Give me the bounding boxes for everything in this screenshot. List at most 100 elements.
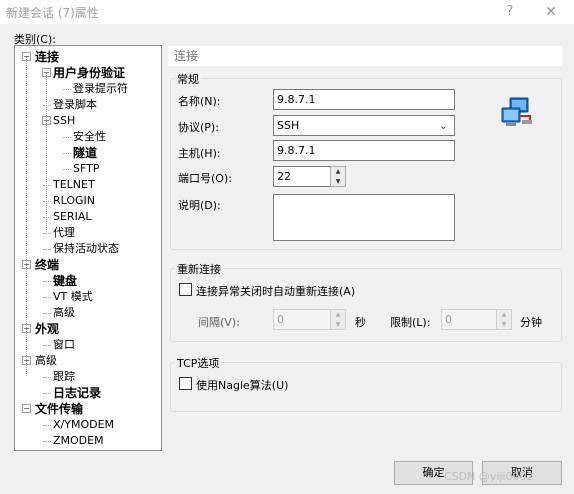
tree-item[interactable]: 跟踪	[53, 369, 75, 385]
tree-connector	[43, 201, 51, 202]
tree-connector	[43, 233, 51, 234]
tree-item-label: 安全性	[73, 130, 106, 143]
interval-field[interactable]: 0	[273, 309, 331, 330]
port-spinner[interactable]: ▲ ▼	[330, 166, 346, 187]
tree-item-label: 隧道	[73, 146, 98, 160]
tree-connector	[63, 137, 71, 138]
tree-connector	[43, 105, 51, 106]
tree-item[interactable]: 登录脚本	[53, 97, 97, 113]
tree-item-label: 保持活动状态	[53, 242, 119, 255]
tree-connector	[43, 281, 51, 282]
tree-connector	[43, 377, 51, 378]
spin-down-icon[interactable]: ▼	[497, 320, 511, 330]
spin-up-icon[interactable]: ▲	[331, 167, 345, 177]
tree-connector	[43, 185, 51, 186]
limit-spinner[interactable]: ▲ ▼	[496, 309, 512, 330]
tree-item[interactable]: 安全性	[73, 129, 106, 145]
tree-item[interactable]: SERIAL	[53, 209, 91, 225]
panel-header: 连接	[168, 46, 562, 66]
tree-connector	[43, 249, 51, 250]
host-label: 主机(H):	[178, 147, 221, 160]
close-button[interactable]: ✕	[540, 2, 562, 22]
spin-up-icon[interactable]: ▲	[497, 310, 511, 320]
tree-item[interactable]: 终端	[35, 257, 59, 273]
tree-item[interactable]: 用户身份验证	[53, 65, 125, 81]
description-label: 说明(D):	[178, 199, 221, 212]
tree-connector	[43, 313, 51, 314]
tree-item[interactable]: 文件传输	[35, 401, 83, 417]
tree-connector	[63, 89, 71, 90]
tree-item[interactable]: 日志记录	[53, 385, 101, 401]
tree-item[interactable]: X/YMODEM	[53, 417, 114, 433]
tree-connector	[63, 153, 71, 154]
tree-connector	[43, 297, 51, 298]
name-field[interactable]: 9.8.7.1	[273, 89, 455, 110]
category-tree[interactable]: − 连接 − 用户身份验证 登录提示符 登录脚本 − SSH 安全性 隧道 SFTP TELNET RL…	[14, 45, 162, 451]
tree-item[interactable]: SSH	[53, 113, 75, 129]
tree-item-label: 文件传输	[35, 402, 84, 416]
tree-item-label: 连接	[35, 50, 60, 64]
tree-item[interactable]: 高级	[53, 305, 75, 321]
tree-item-label: SERIAL	[53, 210, 92, 223]
network-computers-icon	[501, 97, 532, 126]
port-label: 端口号(O):	[178, 172, 232, 185]
collapse-icon[interactable]: −	[22, 404, 31, 413]
protocol-label: 协议(P):	[178, 121, 219, 134]
tree-item-label: VT 模式	[53, 290, 93, 303]
tree-item[interactable]: SFTP	[73, 161, 99, 177]
protocol-value: SSH	[277, 119, 300, 132]
tree-item-label: 登录提示符	[73, 82, 128, 95]
tree-item-label: TELNET	[53, 178, 95, 191]
tree-guide-line	[26, 57, 27, 376]
limit-field[interactable]: 0	[441, 309, 497, 330]
tree-item-label: 跟踪	[53, 370, 75, 383]
limit-label: 限制(L):	[390, 316, 431, 329]
tree-item[interactable]: 高级	[35, 353, 57, 369]
tree-item[interactable]: 隧道	[73, 145, 97, 161]
tree-connector	[43, 217, 51, 218]
interval-spinner[interactable]: ▲ ▼	[330, 309, 346, 330]
tree-item[interactable]: 外观	[35, 321, 59, 337]
description-field[interactable]	[273, 194, 455, 241]
tree-item[interactable]: 连接	[35, 49, 59, 65]
tree-item[interactable]: 窗口	[53, 337, 75, 353]
interval-label: 间隔(V):	[198, 316, 240, 329]
chevron-down-icon: ⌄	[438, 119, 448, 132]
auto-reconnect-label: 连接异常关闭时自动重新连接(A)	[196, 285, 356, 298]
tree-connector	[43, 393, 51, 394]
tree-item[interactable]: 登录提示符	[73, 81, 128, 97]
tree-item[interactable]: 保持活动状态	[53, 241, 119, 257]
nagle-label: 使用Nagle算法(U)	[196, 379, 289, 392]
tree-item-label: 终端	[35, 258, 60, 272]
tree-connector	[43, 345, 51, 346]
reconnect-group	[170, 268, 562, 342]
tree-item[interactable]: ZMODEM	[53, 433, 104, 449]
tree-item[interactable]: VT 模式	[53, 289, 93, 305]
reconnect-group-title: 重新连接	[175, 261, 223, 277]
port-field[interactable]: 22	[273, 166, 331, 187]
tree-item-label: ZMODEM	[53, 434, 104, 447]
interval-unit: 秒	[355, 316, 366, 329]
nagle-checkbox[interactable]	[179, 377, 192, 390]
tree-item-label: 登录脚本	[53, 98, 97, 111]
tree-item[interactable]: TELNET	[53, 177, 95, 193]
limit-unit: 分钟	[520, 316, 542, 329]
tree-item-label: 高级	[35, 354, 57, 367]
watermark: CSDN @yiji0002	[444, 470, 534, 483]
protocol-select[interactable]: SSH ⌄	[273, 115, 455, 136]
tree-item[interactable]: RLOGIN	[53, 193, 95, 209]
spin-down-icon[interactable]: ▼	[331, 177, 345, 187]
name-label: 名称(N):	[178, 95, 221, 108]
tree-item-label: X/YMODEM	[53, 418, 115, 431]
tree-connector	[43, 425, 51, 426]
tree-item-label: SFTP	[73, 162, 100, 175]
tree-item[interactable]: 键盘	[53, 273, 77, 289]
spin-up-icon[interactable]: ▲	[331, 310, 345, 320]
tree-item-label: 窗口	[53, 338, 75, 351]
host-field[interactable]: 9.8.7.1	[273, 140, 455, 161]
tree-item[interactable]: 代理	[53, 225, 75, 241]
help-button[interactable]: ?	[500, 2, 520, 22]
tree-connector	[43, 441, 51, 442]
spin-down-icon[interactable]: ▼	[331, 320, 345, 330]
auto-reconnect-checkbox[interactable]	[179, 283, 192, 296]
